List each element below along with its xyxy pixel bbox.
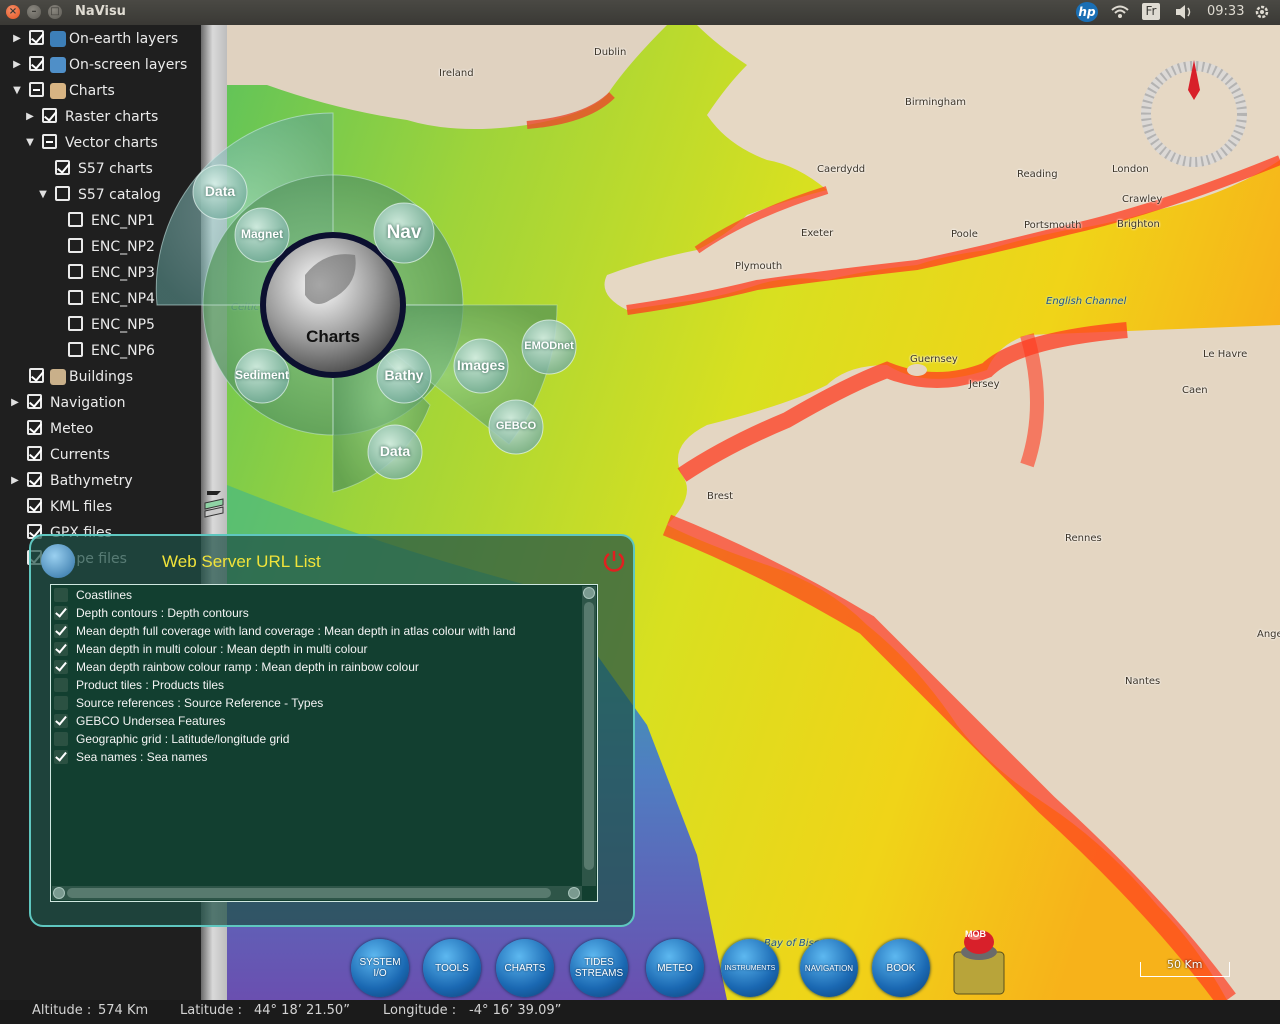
web-server-url-panel: Web Server URL List Coastlines Depth cont…	[29, 534, 635, 927]
url-checkbox[interactable]	[54, 588, 68, 602]
tools-button[interactable]: TOOLS	[423, 939, 481, 997]
toolbar-label: SYSTEM I/O	[359, 957, 401, 979]
meteo-button[interactable]: METEO	[646, 939, 704, 997]
toolbar-label: TOOLS	[435, 962, 469, 974]
radial-menu-item[interactable]: Bathy	[364, 367, 444, 383]
horizontal-scrollbar[interactable]	[52, 886, 582, 900]
url-item-label: Product tiles : Products tiles	[76, 678, 225, 692]
book-button[interactable]: BOOK	[872, 939, 930, 997]
radial-menu-item[interactable]: Sediment	[222, 368, 302, 382]
altitude-value: 574 Km	[98, 1003, 149, 1018]
scroll-thumb-h[interactable]	[67, 888, 551, 898]
url-item-label: Sea names : Sea names	[76, 750, 208, 764]
url-item-label: Mean depth in multi colour : Mean depth …	[76, 642, 368, 656]
radial-menu-item[interactable]: EMODnet	[509, 340, 589, 352]
toolbar-label: TIDES STREAMS	[574, 957, 624, 979]
url-item-label: Mean depth full coverage with land cover…	[76, 624, 516, 638]
altitude-label: Altitude :	[32, 1003, 92, 1018]
toolbar-label: INSTRUMENTS	[724, 964, 776, 972]
toolbar-label: BOOK	[886, 962, 916, 974]
radial-menu-item[interactable]: Images	[441, 357, 521, 373]
url-checkbox[interactable]	[54, 732, 68, 746]
charts-button[interactable]: CHARTS	[496, 939, 554, 997]
url-item-label: Geographic grid : Latitude/longitude gri…	[76, 732, 290, 746]
power-icon[interactable]	[602, 549, 626, 573]
mob-button[interactable]: MOB	[950, 926, 1008, 996]
toolbar-label: NAVIGATION	[804, 963, 854, 973]
scroll-thumb[interactable]	[584, 602, 594, 870]
url-item-label: Source references : Source Reference - T…	[76, 696, 324, 710]
url-item-label: GEBCO Undersea Features	[76, 714, 226, 728]
globe-logo-icon	[41, 544, 75, 578]
url-checkbox[interactable]	[54, 678, 68, 692]
mob-label: MOB	[965, 929, 986, 939]
url-item-label: Depth contours : Depth contours	[76, 606, 249, 620]
radial-menu-item[interactable]: Data	[180, 183, 260, 199]
radial-menu-item[interactable]: Nav	[364, 222, 444, 244]
radial-center-charts-button[interactable]: Charts	[293, 327, 373, 347]
scroll-right-button[interactable]	[568, 887, 580, 899]
status-bar: Altitude : 574 Km Latitude : 44° 18’ 21.…	[0, 1000, 1280, 1024]
url-checkbox[interactable]	[54, 750, 68, 764]
scroll-up-button[interactable]	[583, 587, 595, 599]
scroll-left-button[interactable]	[53, 887, 65, 899]
longitude-label: Longitude :	[383, 1003, 457, 1018]
tides-streams-button[interactable]: TIDES STREAMS	[570, 939, 628, 997]
latitude-label: Latitude :	[180, 1003, 243, 1018]
url-item-label: Mean depth rainbow colour ramp : Mean de…	[76, 660, 419, 674]
url-checkbox[interactable]	[54, 696, 68, 710]
url-checkbox[interactable]	[54, 606, 68, 620]
panel-title: Web Server URL List	[162, 552, 321, 571]
url-item-label: Coastlines	[76, 588, 133, 602]
toolbar-label: CHARTS	[504, 962, 546, 974]
vertical-scrollbar[interactable]	[582, 586, 596, 886]
url-checkbox[interactable]	[54, 642, 68, 656]
url-checkbox[interactable]	[54, 624, 68, 638]
latitude-value: 44° 18’ 21.50”	[254, 1003, 350, 1018]
system-io-button[interactable]: SYSTEM I/O	[351, 939, 409, 997]
navigation-button[interactable]: NAVIGATION	[800, 939, 858, 997]
instruments-button[interactable]: INSTRUMENTS	[721, 939, 779, 997]
radial-menu-item[interactable]: Data	[355, 443, 435, 459]
url-checkbox[interactable]	[54, 714, 68, 728]
radial-menu-item[interactable]: Magnet	[222, 227, 302, 241]
longitude-value: -4° 16’ 39.09”	[469, 1003, 562, 1018]
radial-menu-item[interactable]: GEBCO	[476, 420, 556, 432]
url-checkbox[interactable]	[54, 660, 68, 674]
toolbar-label: METEO	[657, 962, 693, 974]
url-list[interactable]: Coastlines Depth contours : Depth contour…	[50, 584, 598, 902]
